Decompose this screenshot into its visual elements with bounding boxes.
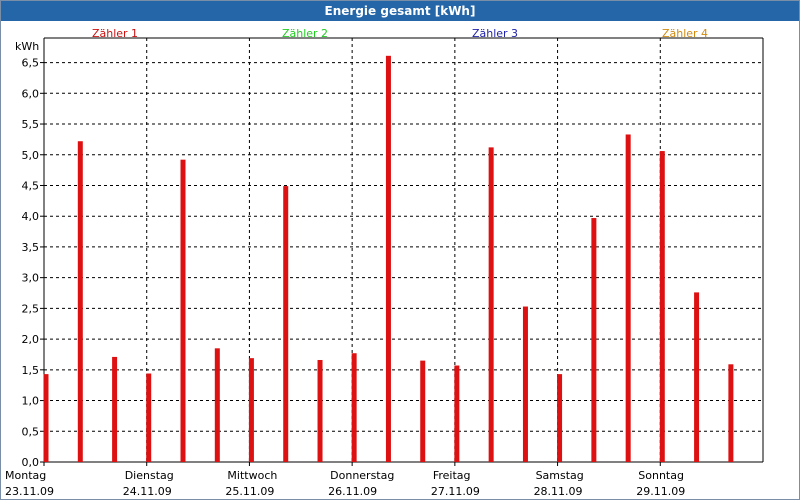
legend-entry: Zähler 1 [92,27,138,40]
x-day-label: Freitag [433,469,471,482]
bar [112,356,118,462]
bar [43,374,49,462]
x-date-label: 27.11.09 [431,485,480,498]
bar [454,365,460,462]
x-date-label: 25.11.09 [225,485,274,498]
bar [625,134,631,462]
bar [317,359,323,462]
y-tick-label: 4,5 [22,179,40,192]
x-day-label: Sonntag [638,469,684,482]
y-tick-label: 2,0 [22,333,40,346]
y-tick-label: 1,0 [22,395,40,408]
y-tick-label: 0,0 [22,456,40,469]
y-tick-label: 5,0 [22,149,40,162]
x-day-label: Dienstag [125,469,174,482]
y-tick-label: 6,5 [22,57,40,70]
chart-window: Energie gesamt [kWh] 0,0 0,5 1,0 1,5 2,0 2,5 3… [0,0,800,500]
x-date-label: 29.11.09 [636,485,685,498]
x-day-label: Donnerstag [330,469,394,482]
energy-bar-chart: 0,0 0,5 1,0 1,5 2,0 2,5 3,0 3,5 4,0 4,5 5,0 5,5 6,0 6… [5,27,764,498]
bar [248,358,254,462]
y-tick-label: 3,0 [22,272,40,285]
y-tick-label: 2,5 [22,302,40,315]
y-tick-label: 4,0 [22,210,40,223]
bar [351,353,357,462]
bar [522,306,528,462]
x-date-label: 23.11.09 [5,485,54,498]
bar [77,141,83,462]
x-date-label: 24.11.09 [123,485,172,498]
y-tick-label: 6,0 [22,87,40,100]
y-axis-label: kWh [15,40,39,53]
x-date-label: 28.11.09 [534,485,583,498]
bar [728,364,734,462]
y-tick-label: 0,5 [22,425,40,438]
x-day-label: Samstag [536,469,584,482]
bar [488,147,494,462]
bar [180,159,186,463]
bar [659,151,665,463]
x-day-label: Montag [5,469,46,482]
bar [591,218,597,462]
bar [214,348,220,462]
chart-title: Energie gesamt [kWh] [1,1,799,21]
bar [283,186,289,462]
legend-entry: Zähler 3 [472,27,518,40]
x-day-label: Mittwoch [227,469,277,482]
y-tick-label: 1,5 [22,364,40,377]
y-tick-label: 5,5 [22,118,40,131]
bar [146,373,152,462]
legend-entry: Zähler 2 [282,27,328,40]
y-tick-label: 3,5 [22,241,40,254]
bar [385,55,391,463]
bar [694,292,700,462]
x-date-label: 26.11.09 [328,485,377,498]
bar [557,374,563,462]
legend-entry: Zähler 4 [662,27,708,40]
bar [420,360,426,462]
